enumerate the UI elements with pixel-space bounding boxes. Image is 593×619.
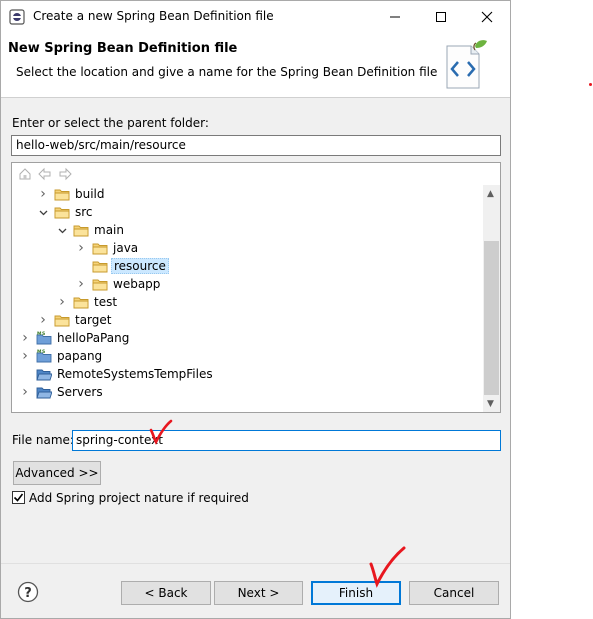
tree-item-label: Servers (57, 385, 103, 399)
tree-item-papang[interactable]: › M S papang (18, 347, 104, 365)
back-button[interactable]: < Back (121, 581, 211, 605)
chevron-right-icon[interactable]: › (36, 185, 50, 203)
tree-item-label: build (75, 187, 105, 201)
project-icon: MS (36, 331, 52, 345)
parent-folder-label: Enter or select the parent folder: (12, 116, 209, 130)
project-icon: MS (36, 349, 52, 363)
minimize-button[interactable] (372, 1, 418, 32)
tree-item-webapp[interactable]: › webapp (74, 275, 162, 293)
cancel-button[interactable]: Cancel (409, 581, 499, 605)
tree-nav-toolbar (18, 167, 72, 183)
wizard-title: New Spring Bean Definition file (8, 41, 238, 56)
file-name-input[interactable]: spring-context (72, 430, 501, 451)
chevron-right-icon[interactable]: › (55, 293, 69, 311)
folder-icon (73, 297, 89, 309)
tree-item-hellopapang[interactable]: › M S helloPaPang (18, 329, 131, 347)
annotation-dot (589, 83, 592, 86)
svg-text:S: S (42, 349, 45, 355)
tree-vertical-scrollbar[interactable]: ▲ ▼ (483, 185, 500, 412)
folder-icon (92, 243, 108, 255)
tree-item-label: RemoteSystemsTempFiles (57, 367, 213, 381)
svg-text:?: ? (24, 586, 32, 601)
tree-item-label: src (75, 205, 93, 219)
tree-item-label: papang (57, 349, 103, 363)
eclipse-icon (9, 9, 25, 25)
scrollbar-thumb[interactable] (484, 241, 499, 395)
folder-icon (54, 207, 70, 219)
file-name-label: File name: (12, 433, 74, 447)
spring-nature-checkbox[interactable] (12, 491, 25, 504)
folder-icon (92, 261, 108, 273)
chevron-right-icon[interactable]: › (36, 311, 50, 329)
close-button[interactable] (464, 1, 510, 32)
spring-bean-file-icon (441, 38, 491, 92)
forward-arrow-icon[interactable] (58, 167, 72, 183)
checkmark-icon (13, 493, 24, 502)
spring-nature-label: Add Spring project nature if required (29, 491, 249, 505)
tree-item-label: helloPaPang (57, 331, 130, 345)
tree-item-label: webapp (113, 277, 161, 291)
folder-icon (54, 315, 70, 327)
chevron-down-icon[interactable] (55, 221, 69, 239)
back-arrow-icon[interactable] (38, 167, 52, 183)
tree-item-label: test (94, 295, 118, 309)
scroll-down-icon[interactable]: ▼ (487, 399, 494, 409)
open-project-icon (36, 369, 52, 381)
home-icon[interactable] (18, 167, 32, 183)
parent-folder-input[interactable]: hello-web/src/main/resource (11, 135, 501, 156)
scroll-up-icon[interactable]: ▲ (487, 189, 494, 199)
tree-item-build[interactable]: › build (36, 185, 107, 203)
tree-item-label: main (94, 223, 124, 237)
advanced-button[interactable]: Advanced >> (13, 461, 101, 485)
finish-button[interactable]: Finish (311, 581, 401, 605)
open-project-icon (36, 387, 52, 399)
svg-text:S: S (42, 331, 45, 337)
tree-item-java[interactable]: › java (74, 239, 140, 257)
tree-item-target[interactable]: › target (36, 311, 114, 329)
tree-item-servers[interactable]: › Servers (18, 383, 105, 401)
tree-item-label: target (75, 313, 112, 327)
chevron-right-icon[interactable]: › (18, 347, 32, 365)
wizard-description: Select the location and give a name for … (16, 65, 438, 79)
tree-item-test[interactable]: › test (55, 293, 119, 311)
maximize-button[interactable] (418, 1, 464, 32)
tree-item-src[interactable]: src (36, 203, 95, 221)
wizard-header: New Spring Bean Definition file Select t… (1, 32, 510, 98)
chevron-right-icon[interactable]: › (18, 383, 32, 401)
tree-item-label: resource (111, 258, 169, 274)
folder-icon (92, 279, 108, 291)
folder-icon (73, 225, 89, 237)
tree-item-remotesystemstempfiles[interactable]: RemoteSystemsTempFiles (18, 365, 215, 383)
help-icon[interactable]: ? (17, 581, 39, 603)
window-title: Create a new Spring Bean Definition file (33, 9, 274, 23)
title-bar: Create a new Spring Bean Definition file (1, 1, 510, 32)
chevron-down-icon[interactable] (36, 203, 50, 221)
folder-tree[interactable]: › build src main › java resource › webapp › test › t… (11, 162, 501, 413)
tree-item-main[interactable]: main (55, 221, 126, 239)
next-button[interactable]: Next > (214, 581, 303, 605)
button-bar-separator (1, 563, 510, 564)
chevron-right-icon[interactable]: › (74, 275, 88, 293)
tree-item-resource[interactable]: resource (74, 257, 169, 275)
folder-icon (54, 189, 70, 201)
tree-item-label: java (113, 241, 139, 255)
chevron-right-icon[interactable]: › (74, 239, 88, 257)
new-spring-bean-dialog: Create a new Spring Bean Definition file… (0, 0, 511, 619)
chevron-right-icon[interactable]: › (18, 329, 32, 347)
